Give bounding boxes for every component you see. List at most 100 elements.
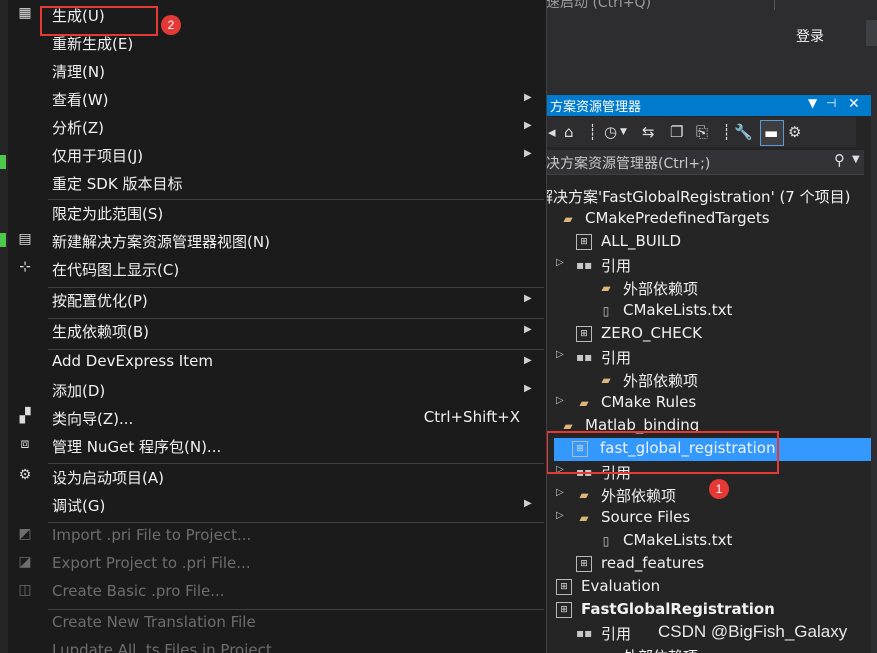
annotation-badge-2: 2 <box>161 15 181 35</box>
tree-item[interactable]: ▯ CMakeLists.txt <box>546 300 877 323</box>
tree-item[interactable]: ▷ ▪▪ 引用 <box>546 346 877 369</box>
menu-item-label: 新建解决方案资源管理器视图(N) <box>52 233 270 251</box>
menu-item[interactable]: ⊹ 在代码图上显示(C) <box>8 254 546 282</box>
tree-item[interactable]: ⊞ read_features <box>546 553 877 576</box>
side-tab-strip[interactable] <box>871 95 877 653</box>
menu-item[interactable]: 限定为此范围(S) <box>8 198 546 226</box>
menu-item-label: Export Project to .pri File... <box>52 554 251 572</box>
expand-arrow-icon[interactable]: ▷ <box>556 257 564 268</box>
menu-item-label: 设为启动项目(A) <box>52 469 164 487</box>
separator-icon: ┊ <box>722 123 732 141</box>
file-icon: ▯ <box>602 534 610 548</box>
collapse-all-icon[interactable]: ❐ <box>670 123 683 141</box>
gear-icon: ⚙ <box>18 467 32 483</box>
menu-item-label: 重新生成(E) <box>52 35 134 53</box>
tree-item-label: CMakePredefinedTargets <box>585 209 770 227</box>
history-icon[interactable]: ◷ <box>604 123 617 141</box>
context-menu: ▦ 生成(U) 重新生成(E) 清理(N) 查看(W) ▶ 分析(Z) ▶ 仅用于项目(J) ▶ 重… <box>8 0 547 653</box>
window-control[interactable] <box>866 20 877 46</box>
menu-item[interactable]: ▤ 新建解决方案资源管理器视图(N) <box>8 226 546 254</box>
tree-item[interactable]: ⊞ ALL_BUILD <box>546 231 877 254</box>
class-wizard-icon: ▞ <box>19 408 31 424</box>
menu-item-label: Add DevExpress Item <box>52 352 213 370</box>
highlight-box-build <box>40 6 158 36</box>
properties-wrench-icon[interactable]: 🔧 <box>734 123 753 141</box>
show-all-files-icon[interactable]: ⎘ <box>696 123 708 141</box>
menu-item-label: 在代码图上显示(C) <box>52 261 180 279</box>
sync-icon[interactable]: ⇆ <box>642 123 655 141</box>
tree-item[interactable]: ▷ ▰ Source Files <box>546 507 877 530</box>
tree-item[interactable]: ▷ ▪▪ 引用 <box>546 254 877 277</box>
class-view-icon[interactable]: ⚙ <box>788 123 801 141</box>
solution-explorer-toolbar: ◂ ⌂ ┊ ◷ ▼ ⇆ ❐ ⎘ ┊ 🔧 ▬ ⚙ <box>546 117 856 147</box>
menu-item-shortcut: Ctrl+Shift+X <box>423 408 520 426</box>
highlight-box-target-project <box>546 431 779 474</box>
expand-arrow-icon[interactable]: ▷ <box>556 510 564 521</box>
expand-arrow-icon[interactable]: ▷ <box>556 487 564 498</box>
submenu-arrow-icon: ▶ <box>524 324 532 335</box>
menu-item[interactable]: 清理(N) <box>8 56 546 84</box>
home-icon[interactable]: ⌂ <box>564 123 574 141</box>
menu-item[interactable]: 仅用于项目(J) ▶ <box>8 140 546 168</box>
menu-item[interactable]: 分析(Z) ▶ <box>8 112 546 140</box>
project-icon: ⊞ <box>576 326 592 342</box>
pin-icon[interactable]: ⊣ <box>826 96 836 110</box>
login-link[interactable]: 登录 <box>796 26 824 46</box>
title-bar: 速启动 (Ctrl+Q) — 登录 <box>546 0 877 95</box>
expand-arrow-icon[interactable]: ▷ <box>556 349 564 360</box>
back-icon[interactable]: ◂ <box>548 123 556 141</box>
annotation-badge-1: 1 <box>709 479 729 499</box>
tree-item[interactable]: ▰ 外部依赖项 <box>546 277 877 300</box>
menu-item-label: 调试(G) <box>52 497 106 515</box>
chevron-down-icon[interactable]: ▼ <box>852 154 860 165</box>
menu-item[interactable]: 调试(G) ▶ <box>8 490 546 518</box>
search-icon[interactable]: ⚲ <box>834 151 845 169</box>
folder-icon: ▰ <box>579 511 589 525</box>
references-icon: ▪▪ <box>576 258 593 272</box>
menu-item[interactable]: 按配置优化(P) ▶ <box>8 285 546 313</box>
tree-item[interactable]: ▰ 外部依赖项 <box>546 369 877 392</box>
tree-item[interactable]: ▯ CMakeLists.txt <box>546 530 877 553</box>
solution-explorer: 方案资源管理器 ▼ ⊣ ✕ ◂ ⌂ ┊ ◷ ▼ ⇆ ❐ ⎘ ┊ 🔧 ▬ ⚙ 决方… <box>546 95 877 653</box>
menu-item: ◪ Export Project to .pri File... <box>8 549 546 577</box>
tree-item[interactable]: ⊞ Evaluation <box>546 576 877 599</box>
menu-item[interactable]: 查看(W) ▶ <box>8 84 546 112</box>
menu-item-label: Create Basic .pro File... <box>52 582 225 600</box>
tree-item-label: 解决方案'FastGlobalRegistration' (7 个项目) <box>546 188 851 206</box>
tree-item[interactable]: ▰ 外部依赖项 <box>546 645 877 653</box>
project-icon: ⊞ <box>556 602 572 618</box>
chevron-down-icon[interactable]: ▼ <box>620 127 627 137</box>
menu-item-label: 查看(W) <box>52 91 109 109</box>
tree-item-label: 外部依赖项 <box>623 646 698 653</box>
menu-item[interactable]: ▞ 类向导(Z)... Ctrl+Shift+X <box>8 403 546 431</box>
menu-item[interactable]: Add DevExpress Item ▶ <box>8 347 546 375</box>
tree-item[interactable]: ▷ ▰ CMake Rules <box>546 392 877 415</box>
folder-icon: ▰ <box>598 648 614 653</box>
project-icon: ⊞ <box>556 579 572 595</box>
tree-item-label: 外部依赖项 <box>601 487 677 505</box>
tree-item[interactable]: ⊞ ZERO_CHECK <box>546 323 877 346</box>
minimize-button[interactable]: — <box>790 0 804 6</box>
menu-item-label: 分析(Z) <box>52 119 104 137</box>
tree-item[interactable]: 解决方案'FastGlobalRegistration' (7 个项目) <box>546 185 877 208</box>
menu-item[interactable]: 重定 SDK 版本目标 <box>8 168 546 196</box>
change-marker <box>0 155 6 169</box>
menu-item: ◫ Create Basic .pro File... <box>8 577 546 605</box>
menu-item[interactable]: 添加(D) ▶ <box>8 375 546 403</box>
menu-item-label: 清理(N) <box>52 63 105 81</box>
solution-explorer-title: 方案资源管理器 <box>550 100 642 115</box>
menu-item[interactable]: ⚙ 设为启动项目(A) <box>8 462 546 490</box>
expand-arrow-icon[interactable]: ▷ <box>556 395 564 406</box>
submenu-arrow-icon: ▶ <box>524 92 532 103</box>
preview-toggle-button[interactable]: ▬ <box>760 120 784 146</box>
tree-item-label: 引用 <box>601 349 632 367</box>
tree-item[interactable]: ⊞ FastGlobalRegistration <box>546 599 877 622</box>
menu-item[interactable]: 生成依赖项(B) ▶ <box>8 316 546 344</box>
menu-item[interactable]: ⧈ 管理 NuGet 程序包(N)... <box>8 431 546 459</box>
dropdown-icon[interactable]: ▼ <box>808 96 817 110</box>
solution-explorer-search[interactable]: 决方案资源管理器(Ctrl+;) ⚲ ▼ <box>546 150 864 175</box>
tree-item[interactable]: ▰ CMakePredefinedTargets <box>546 208 877 231</box>
qt-export-icon: ◪ <box>18 554 32 570</box>
close-icon[interactable]: ✕ <box>848 96 860 112</box>
quick-launch-hint[interactable]: 速启动 (Ctrl+Q) <box>546 0 651 12</box>
